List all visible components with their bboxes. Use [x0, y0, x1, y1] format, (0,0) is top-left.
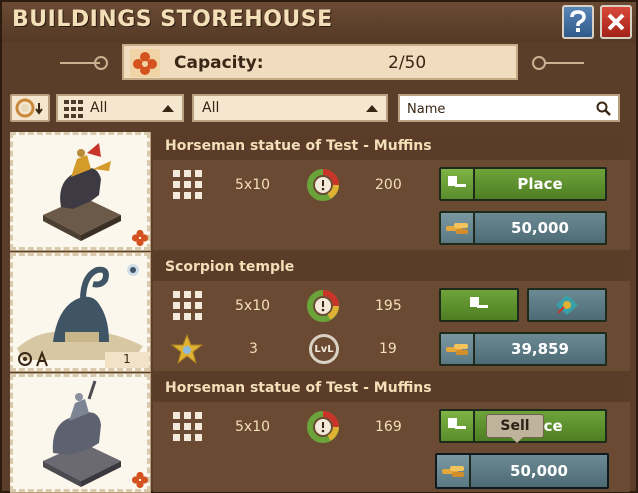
horseman-statue-icon: [43, 380, 121, 487]
close-icon: [607, 13, 625, 31]
close-button[interactable]: [600, 5, 632, 39]
item-name: Horseman statue of Test - Muffins: [165, 138, 432, 154]
coins-icon: [442, 466, 464, 477]
hammer-icon: [448, 418, 466, 429]
sell-button[interactable]: 50,000: [435, 453, 609, 489]
filter-bar: All All: [2, 92, 636, 124]
title-bar: BUILDINGS STOREHOUSE: [2, 2, 636, 42]
window-title: BUILDINGS STOREHOUSE: [12, 7, 333, 32]
chevron-up-icon: [366, 105, 378, 112]
chevron-up-icon: [162, 105, 174, 112]
sell-icon-box: [441, 213, 475, 243]
question-icon: [570, 10, 586, 32]
building-thumbnail: 1: [10, 252, 151, 372]
happiness-icon: [307, 169, 339, 201]
coins-icon: [446, 223, 468, 234]
settings-icons: [18, 350, 48, 367]
happiness-icon: [307, 290, 339, 322]
item-happiness: 169: [375, 419, 402, 435]
size-filter-value: All: [90, 100, 108, 116]
item-name-bar: Horseman statue of Test - Muffins: [153, 374, 630, 402]
place-button[interactable]: [439, 288, 519, 322]
item-details: Horseman statue of Test - Muffins 5x10: [153, 132, 630, 250]
sell-price: 39,859: [511, 340, 569, 358]
happiness-icon: [307, 411, 339, 443]
list-item[interactable]: 1 Scorpion temple 5x10 195 3 LvL 19 39,8…: [10, 252, 630, 372]
level-icon-label: LvL: [314, 343, 334, 355]
item-name: Horseman statue of Test - Muffins: [165, 380, 432, 396]
level-icon: LvL: [309, 334, 339, 364]
help-button[interactable]: [562, 5, 594, 39]
capacity-row: Capacity: 2/50: [2, 44, 636, 82]
type-filter-value: All: [202, 100, 220, 116]
item-count: 1: [105, 352, 149, 368]
clover-badge-icon: [131, 471, 149, 489]
sell-tooltip: Sell: [486, 414, 544, 443]
hammer-icon: [470, 297, 488, 308]
clover-icon: [130, 49, 160, 77]
place-button[interactable]: Place: [439, 167, 607, 201]
size-filter-dropdown[interactable]: All: [56, 94, 184, 122]
size-grid-icon: [173, 291, 202, 320]
item-level: 3: [249, 341, 258, 357]
hammer-icon: [448, 176, 466, 187]
search-icon[interactable]: [596, 101, 612, 117]
item-happiness: 200: [375, 177, 402, 193]
item-size: 5x10: [235, 298, 271, 314]
item-name: Scorpion temple: [165, 259, 295, 275]
item-size: 5x10: [235, 177, 271, 193]
sell-price: 50,000: [510, 462, 568, 480]
clover-badge-icon: [131, 229, 149, 247]
building-list: Horseman statue of Test - Muffins 5x10 2…: [10, 132, 630, 493]
list-item[interactable]: Horseman statue of Test - Muffins 5x10: [10, 132, 630, 251]
capacity-label: Capacity:: [174, 53, 264, 73]
sell-price: 50,000: [511, 219, 569, 237]
horseman-statue-icon: [43, 143, 121, 241]
item-level-value: 19: [379, 341, 397, 357]
item-name-bar: Horseman statue of Test - Muffins: [153, 132, 630, 160]
item-happiness: 195: [375, 298, 402, 314]
star-icon: [171, 333, 203, 365]
sell-button[interactable]: 39,859: [439, 332, 607, 366]
storehouse-window: BUILDINGS STOREHOUSE Capacity: 2/50 All …: [0, 0, 638, 493]
divider-knob: [94, 56, 108, 70]
upgrade-button[interactable]: [527, 288, 607, 322]
search-input[interactable]: [407, 100, 587, 118]
sell-icon-box: [437, 455, 471, 487]
search-box[interactable]: [398, 94, 620, 122]
type-filter-dropdown[interactable]: All: [192, 94, 388, 122]
place-icon-box: [441, 169, 475, 199]
capacity-value: 2/50: [388, 53, 427, 73]
item-size: 5x10: [235, 419, 271, 435]
size-grid-icon: [173, 412, 202, 441]
sort-button[interactable]: [10, 94, 50, 122]
item-details: Horseman statue of Test - Muffins 5x10: [153, 374, 630, 492]
coins-icon: [446, 344, 468, 355]
item-details: Scorpion temple 5x10 195 3 LvL 19 39,859: [153, 253, 630, 371]
place-label: Place: [517, 175, 563, 193]
building-thumbnail: [10, 373, 151, 493]
building-thumbnail: [10, 132, 151, 251]
size-grid-icon: [173, 170, 202, 199]
sell-button[interactable]: 50,000: [439, 211, 607, 245]
place-icon-box: [441, 411, 475, 441]
grid-icon: [64, 100, 83, 118]
sort-clock-icon: [15, 98, 43, 118]
item-name-bar: Scorpion temple: [153, 253, 630, 281]
sell-icon-box: [441, 334, 475, 364]
divider-line: [544, 62, 584, 64]
capacity-box: Capacity: 2/50: [122, 44, 518, 80]
upgrade-kit-icon: [556, 295, 578, 315]
